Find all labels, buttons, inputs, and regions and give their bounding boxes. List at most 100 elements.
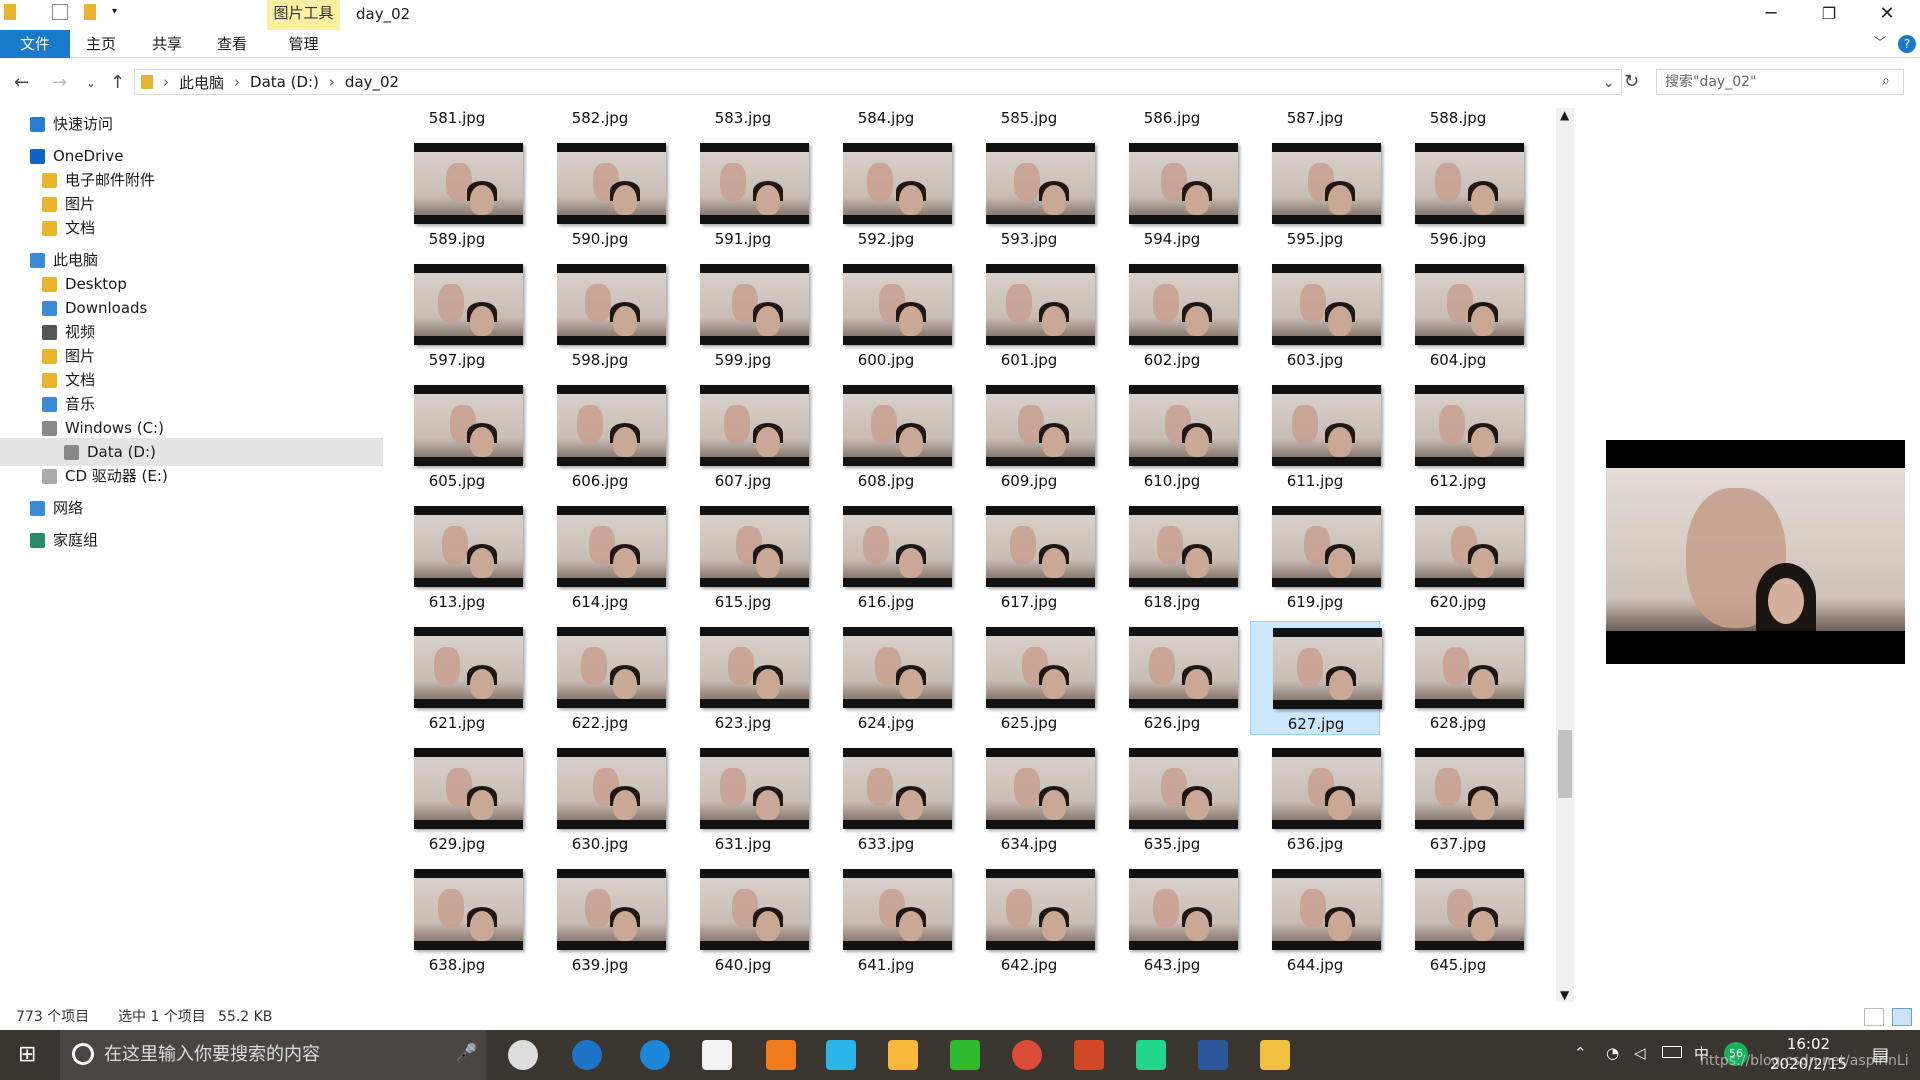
file-item[interactable]: 645.jpg (1393, 863, 1524, 977)
scrollbar-thumb[interactable] (1558, 730, 1572, 798)
folder-icon[interactable] (4, 4, 16, 20)
file-item[interactable]: 628.jpg (1393, 621, 1524, 735)
file-item[interactable]: 589.jpg (392, 137, 523, 251)
file-item[interactable]: 581.jpg (392, 108, 522, 130)
file-item[interactable]: 639.jpg (535, 863, 666, 977)
file-item[interactable]: 600.jpg (821, 258, 952, 372)
vertical-scrollbar[interactable]: ▲ ▼ (1556, 108, 1574, 1002)
file-item[interactable]: 640.jpg (678, 863, 809, 977)
file-item[interactable]: 586.jpg (1107, 108, 1237, 130)
help-icon[interactable]: ? (1898, 35, 1916, 53)
chevron-right-icon[interactable]: › (163, 73, 169, 91)
network-icon[interactable]: ◔ (1606, 1044, 1619, 1062)
file-item[interactable]: 643.jpg (1107, 863, 1238, 977)
file-item[interactable]: 616.jpg (821, 500, 952, 614)
windows-start-icon[interactable]: ⊞ (18, 1044, 40, 1066)
chevron-right-icon[interactable]: › (234, 73, 240, 91)
refresh-icon[interactable]: ↻ (1624, 71, 1639, 92)
file-item[interactable]: 617.jpg (964, 500, 1095, 614)
file-item[interactable]: 602.jpg (1107, 258, 1238, 372)
file-item[interactable]: 609.jpg (964, 379, 1095, 493)
file-item[interactable]: 610.jpg (1107, 379, 1238, 493)
file-item[interactable]: 585.jpg (964, 108, 1094, 130)
volume-icon[interactable]: ◁ (1634, 1044, 1646, 1062)
new-folder-icon[interactable] (84, 4, 96, 20)
powerpoint-icon[interactable] (1074, 1040, 1104, 1070)
file-explorer-icon[interactable] (1260, 1040, 1290, 1070)
file-item[interactable]: 590.jpg (535, 137, 666, 251)
tab-view[interactable]: 查看 (211, 30, 253, 58)
file-item[interactable]: 623.jpg (678, 621, 809, 735)
file-item[interactable]: 606.jpg (535, 379, 666, 493)
scroll-up-icon[interactable]: ▲ (1560, 108, 1569, 122)
file-item[interactable]: 603.jpg (1250, 258, 1381, 372)
address-input[interactable]: › 此电脑 › Data (D:) › day_02 ⌄ (134, 69, 1622, 95)
file-item[interactable]: 599.jpg (678, 258, 809, 372)
file-item[interactable]: 625.jpg (964, 621, 1095, 735)
word-icon[interactable] (1198, 1040, 1228, 1070)
customize-dropdown-icon[interactable]: ▾ (112, 4, 122, 20)
file-item[interactable]: 624.jpg (821, 621, 952, 735)
expand-ribbon-icon[interactable]: ﹀ (1868, 30, 1892, 58)
file-item[interactable]: 595.jpg (1250, 137, 1381, 251)
file-item[interactable]: 601.jpg (964, 258, 1095, 372)
properties-icon[interactable] (52, 4, 68, 20)
file-item[interactable]: 630.jpg (535, 742, 666, 856)
pycharm-icon[interactable] (1136, 1040, 1166, 1070)
file-item[interactable]: 627.jpg (1250, 621, 1382, 735)
file-item[interactable]: 622.jpg (535, 621, 666, 735)
file-item[interactable]: 583.jpg (678, 108, 808, 130)
sidebar-item[interactable]: 文档 (42, 214, 95, 242)
breadcrumb-day02[interactable]: day_02 (345, 73, 399, 91)
sidebar-item[interactable]: 网络 (30, 494, 83, 522)
app-icon[interactable] (888, 1040, 918, 1070)
forward-arrow-icon[interactable]: → (52, 72, 67, 93)
scroll-down-icon[interactable]: ▼ (1560, 988, 1569, 1002)
file-item[interactable]: 584.jpg (821, 108, 951, 130)
mango-tv-icon[interactable] (766, 1040, 796, 1070)
file-item[interactable]: 626.jpg (1107, 621, 1238, 735)
sidebar-item[interactable]: CD 驱动器 (E:) (42, 462, 168, 490)
file-item[interactable]: 593.jpg (964, 137, 1095, 251)
file-item[interactable]: 596.jpg (1393, 137, 1524, 251)
up-arrow-icon[interactable]: ↑ (110, 72, 125, 93)
recent-locations-icon[interactable]: ⌄ (86, 76, 96, 90)
search-icon[interactable]: ⌕ (1882, 73, 1890, 89)
file-item[interactable]: 631.jpg (678, 742, 809, 856)
tab-home[interactable]: 主页 (80, 30, 122, 58)
file-item[interactable]: 598.jpg (535, 258, 666, 372)
sidebar-item[interactable]: 家庭组 (30, 526, 98, 554)
close-button[interactable]: ✕ (1859, 0, 1915, 30)
file-item[interactable]: 608.jpg (821, 379, 952, 493)
minimize-button[interactable]: ─ (1743, 0, 1799, 30)
file-item[interactable]: 635.jpg (1107, 742, 1238, 856)
file-item[interactable]: 612.jpg (1393, 379, 1524, 493)
large-icons-view-icon[interactable] (1892, 1008, 1912, 1026)
internet-explorer-icon[interactable] (572, 1040, 602, 1070)
breadcrumb-this-pc[interactable]: 此电脑 (179, 72, 224, 93)
chevron-up-icon[interactable]: ⌃ (1574, 1044, 1587, 1062)
file-item[interactable]: 611.jpg (1250, 379, 1381, 493)
media-player-icon[interactable] (826, 1040, 856, 1070)
file-item[interactable]: 582.jpg (535, 108, 665, 130)
sidebar-item[interactable]: 快速访问 (30, 110, 113, 138)
edge-icon[interactable] (640, 1040, 670, 1070)
microphone-icon[interactable]: 🎤 (455, 1043, 477, 1064)
store-icon[interactable] (702, 1040, 732, 1070)
address-dropdown-icon[interactable]: ⌄ (1602, 73, 1615, 91)
file-item[interactable]: 633.jpg (821, 742, 952, 856)
file-item[interactable]: 615.jpg (678, 500, 809, 614)
file-item[interactable]: 594.jpg (1107, 137, 1238, 251)
taskbar-search-input[interactable]: 在这里输入你要搜索的内容 (60, 1030, 486, 1080)
file-item[interactable]: 605.jpg (392, 379, 523, 493)
file-item[interactable]: 613.jpg (392, 500, 523, 614)
maximize-button[interactable]: ❐ (1801, 0, 1857, 30)
tab-file[interactable]: 文件 (0, 30, 70, 58)
file-item[interactable]: 637.jpg (1393, 742, 1524, 856)
file-item[interactable]: 642.jpg (964, 863, 1095, 977)
breadcrumb-data-d[interactable]: Data (D:) (250, 73, 319, 91)
file-item[interactable]: 588.jpg (1393, 108, 1523, 130)
battery-icon[interactable] (1662, 1046, 1682, 1058)
chrome-icon[interactable] (1012, 1040, 1042, 1070)
file-item[interactable]: 592.jpg (821, 137, 952, 251)
